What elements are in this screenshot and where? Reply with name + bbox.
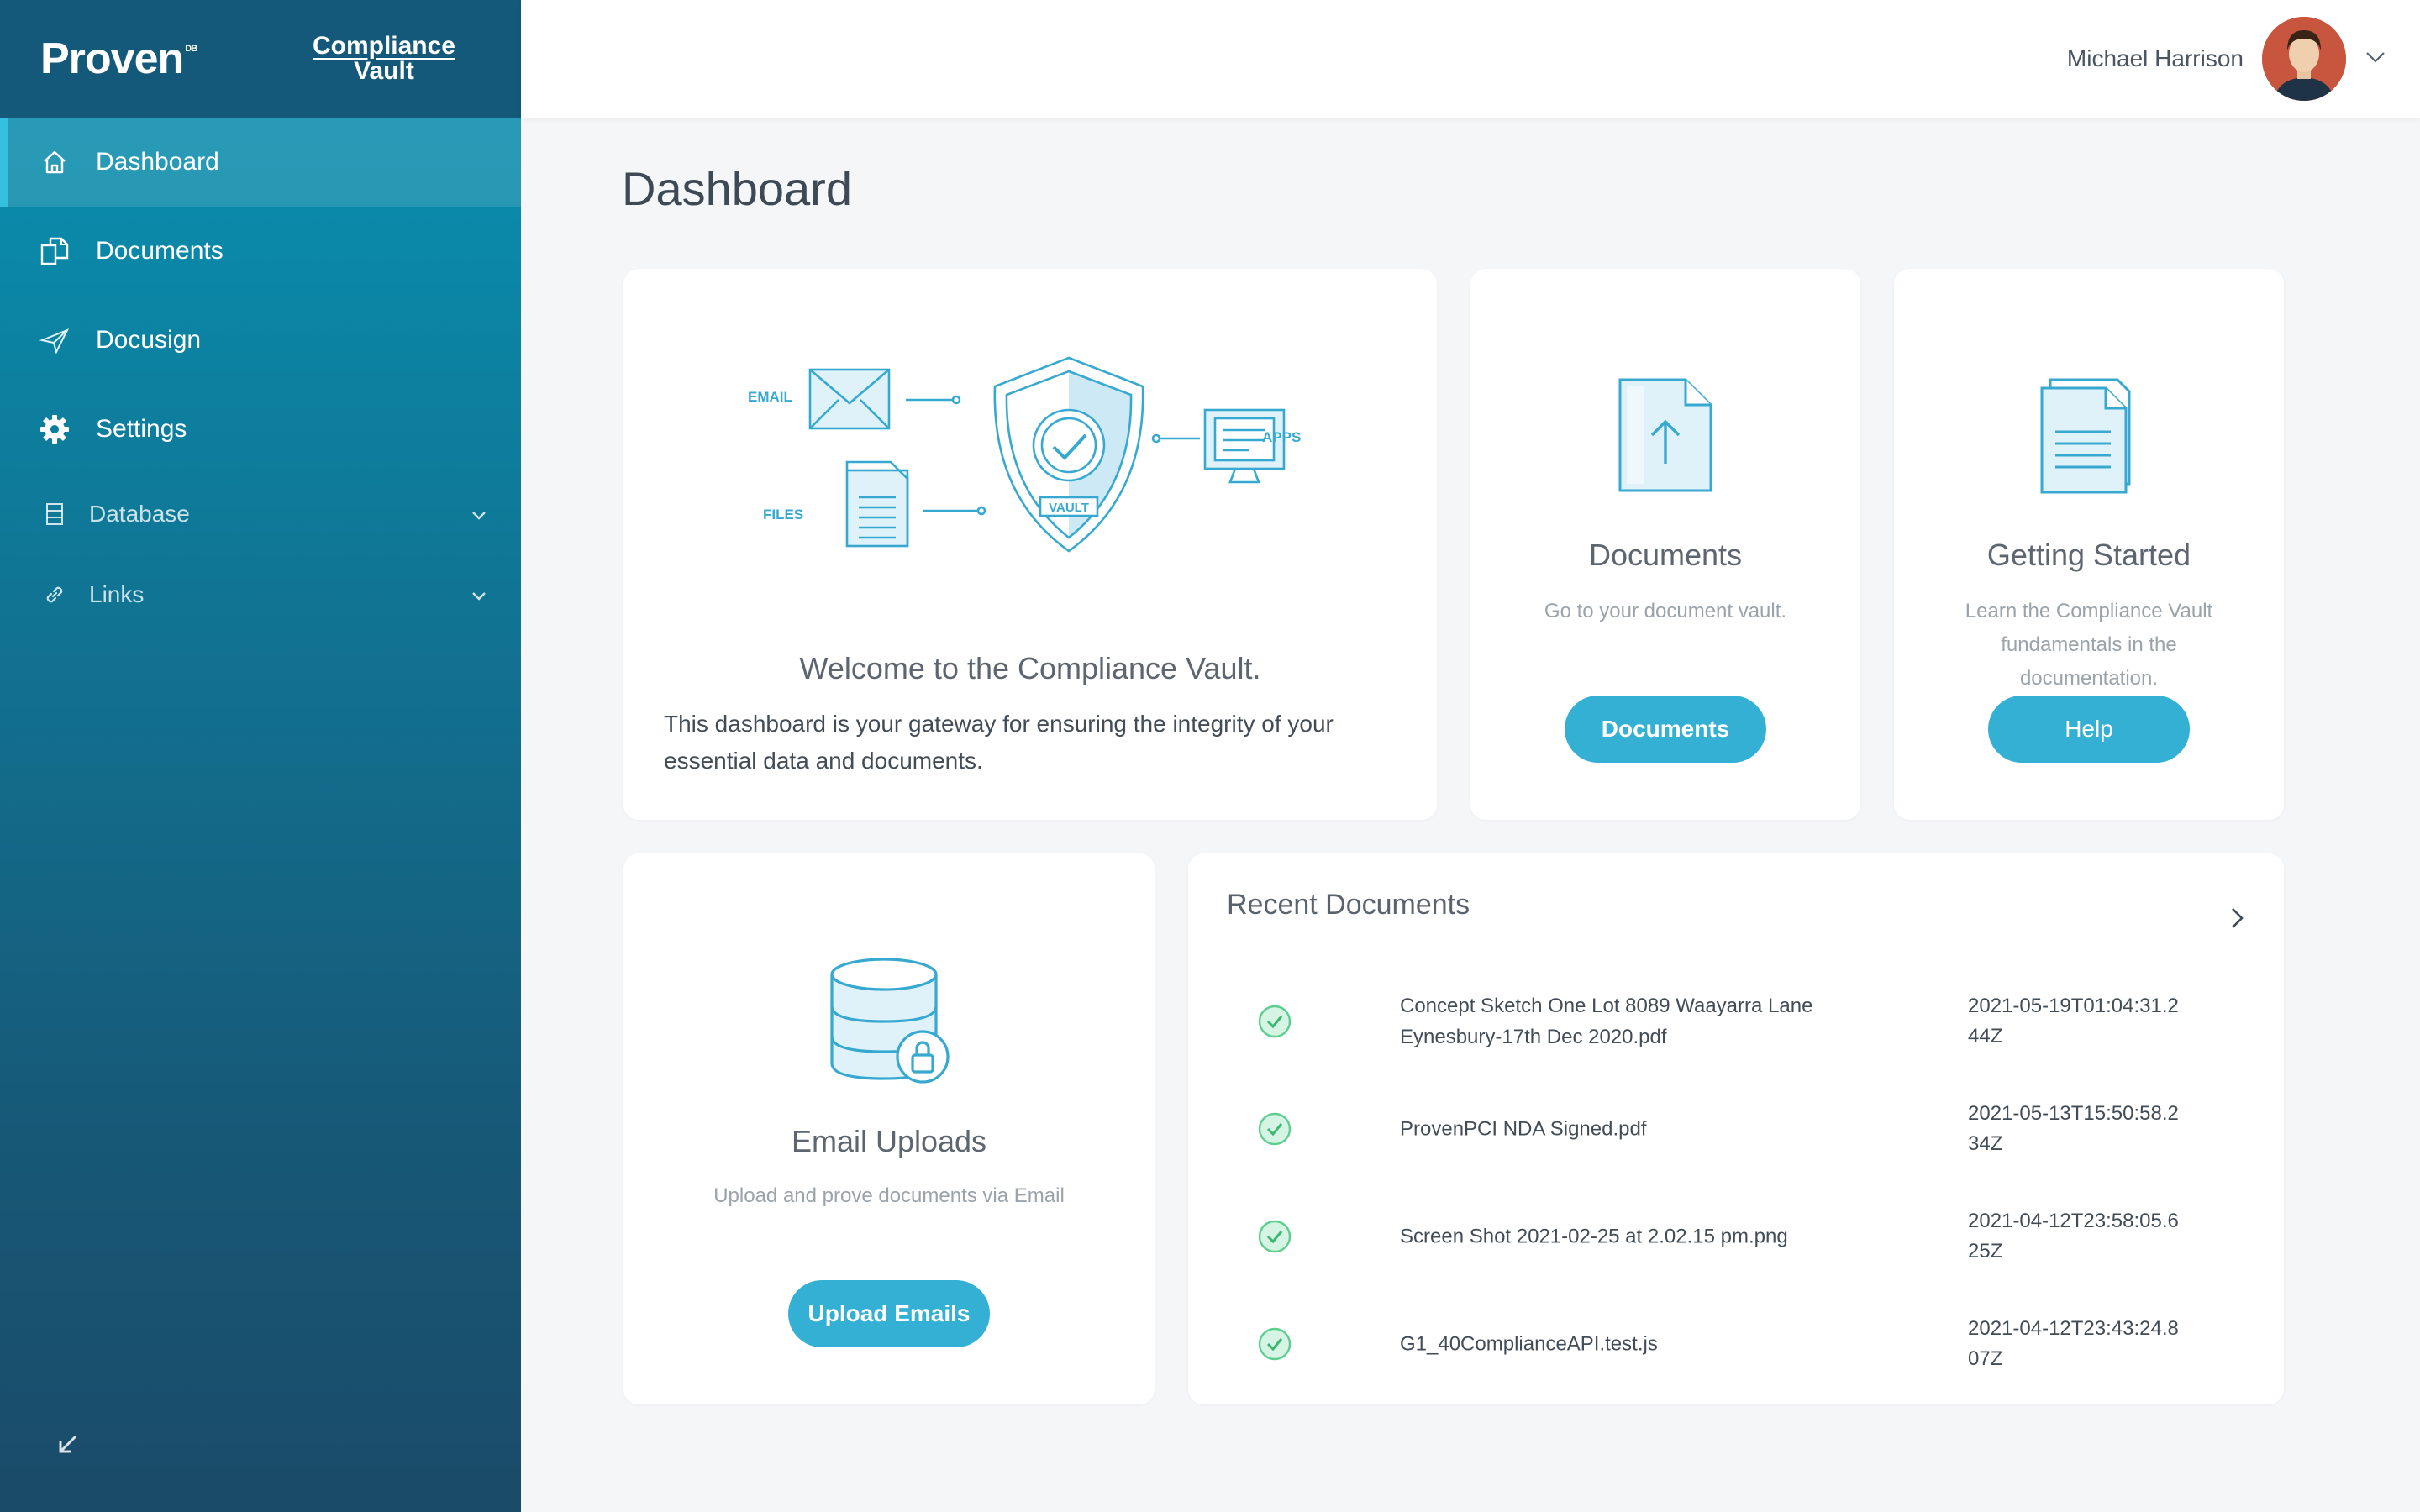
gear-icon <box>39 413 71 445</box>
logo-bar: Proven DB Compliance Vault <box>0 0 521 118</box>
document-date: 2021-04-12T23:43:24.807Z <box>1968 1317 2179 1370</box>
sidebar-item-settings[interactable]: Settings <box>0 385 521 474</box>
getting-started-subtitle: Learn the Compliance Vault fundamentals … <box>1965 600 2213 690</box>
link-icon <box>39 579 71 611</box>
documents-icon <box>39 235 71 267</box>
table-row[interactable]: ProvenPCI NDA Signed.pdf 2021-05-13T15:5… <box>1188 1075 2284 1183</box>
sidebar-item-label: Database <box>89 501 190 527</box>
logo-text: Proven <box>40 34 184 83</box>
email-uploads-card: Email Uploads Upload and prove documents… <box>623 853 1155 1404</box>
table-row[interactable]: Screen Shot 2021-02-25 at 2.02.15 pm.png… <box>1188 1183 2284 1290</box>
logo-super: DB <box>185 44 197 54</box>
database-icon <box>39 498 71 530</box>
document-stack-icon <box>2040 378 2131 494</box>
document-date: 2021-04-12T23:58:05.625Z <box>1968 1210 2179 1263</box>
send-icon <box>39 324 71 356</box>
sidebar: Proven DB Compliance Vault Dashboard Docu… <box>0 0 521 1512</box>
sidebar-item-label: Dashboard <box>96 148 219 176</box>
getting-started-card: Getting Started Learn the Compliance Vau… <box>1894 269 2284 820</box>
recent-documents-card: Recent Documents Concept Sketch One Lot … <box>1188 853 2284 1404</box>
files-label: FILES <box>763 507 803 522</box>
check-circle-icon <box>1257 1004 1292 1039</box>
recent-documents-title: Recent Documents <box>1227 889 1470 921</box>
sidebar-item-database[interactable]: Database <box>0 474 521 554</box>
product-line-2: Vault <box>354 57 414 85</box>
table-row[interactable]: G1_40ComplianceAPI.test.js 2021-04-12T23… <box>1188 1290 2284 1398</box>
welcome-body: This dashboard is your gateway for ensur… <box>664 711 1334 774</box>
welcome-title: Welcome to the Compliance Vault. <box>799 651 1261 685</box>
sidebar-item-documents[interactable]: Documents <box>0 207 521 296</box>
sidebar-item-label: Settings <box>96 415 187 443</box>
document-upload-icon <box>1618 378 1712 492</box>
getting-started-title: Getting Started <box>1986 538 2191 572</box>
home-icon <box>39 146 71 178</box>
document-date: 2021-05-19T01:04:31.244Z <box>1968 995 2179 1047</box>
sidebar-item-links[interactable]: Links <box>0 554 521 635</box>
document-name[interactable]: ProvenPCI NDA Signed.pdf <box>1400 1114 1870 1145</box>
user-menu[interactable]: Michael Harrison <box>2067 17 2386 101</box>
chevron-down-icon[interactable] <box>2365 50 2386 69</box>
sidebar-item-label: Links <box>89 581 145 607</box>
document-name[interactable]: Concept Sketch One Lot 8089 Waayarra Lan… <box>1400 990 1870 1053</box>
product-logo: Compliance Vault <box>313 34 455 84</box>
table-row[interactable]: Concept Sketch One Lot 8089 Waayarra Lan… <box>1188 968 2284 1075</box>
user-name: Michael Harrison <box>2066 45 2244 71</box>
sidebar-item-dashboard[interactable]: Dashboard <box>0 118 521 207</box>
email-uploads-subtitle: Upload and prove documents via Email <box>713 1184 1065 1207</box>
check-circle-icon <box>1257 1111 1292 1147</box>
page-title: Dashboard <box>622 162 852 215</box>
proven-logo[interactable]: Proven DB <box>40 34 197 84</box>
upload-emails-button[interactable]: Upload Emails <box>788 1280 990 1347</box>
sidebar-item-label: Docusign <box>96 326 202 354</box>
document-date: 2021-05-13T15:50:58.234Z <box>1968 1102 2179 1155</box>
chevron-down-icon[interactable] <box>471 581 487 608</box>
topbar: Michael Harrison <box>521 0 2420 118</box>
sidebar-nav: Dashboard Documents Docusign Settings Da… <box>0 118 521 635</box>
documents-button[interactable]: Documents <box>1565 696 1766 763</box>
document-name[interactable]: Screen Shot 2021-02-25 at 2.02.15 pm.png <box>1400 1221 1870 1252</box>
check-circle-icon <box>1257 1326 1292 1362</box>
chevron-down-icon[interactable] <box>471 501 487 528</box>
help-button[interactable]: Help <box>1988 696 2190 763</box>
check-circle-icon <box>1257 1219 1292 1254</box>
email-label: EMAIL <box>748 389 792 405</box>
documents-card-subtitle: Go to your document vault. <box>1544 600 1787 622</box>
vault-label: VAULT <box>1049 501 1089 515</box>
avatar[interactable] <box>2262 17 2346 101</box>
vault-illustration: EMAIL FILES APPS VAULT <box>748 356 1301 553</box>
apps-label: APPS <box>1262 429 1301 445</box>
documents-card: Documents Go to your document vault. Doc… <box>1470 269 1860 820</box>
product-line-1: Compliance <box>312 32 455 60</box>
chevron-right-icon[interactable] <box>2228 906 2247 935</box>
collapse-sidebar-icon[interactable] <box>54 1431 81 1458</box>
welcome-card: EMAIL FILES APPS VAULT Welcome to the Co… <box>623 269 1437 820</box>
document-name[interactable]: G1_40ComplianceAPI.test.js <box>1400 1329 1870 1360</box>
email-uploads-title: Email Uploads <box>791 1124 987 1158</box>
database-lock-icon <box>830 958 950 1084</box>
sidebar-item-label: Documents <box>96 237 224 265</box>
sidebar-item-docusign[interactable]: Docusign <box>0 296 521 385</box>
documents-card-title: Documents <box>1588 538 1743 572</box>
